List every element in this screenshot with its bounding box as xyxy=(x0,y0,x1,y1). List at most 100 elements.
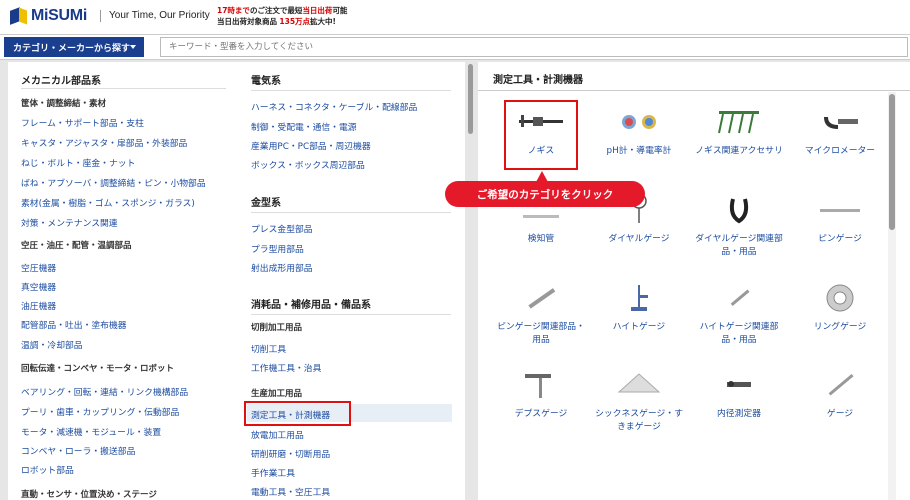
subcategory-tile-ph-meter[interactable]: pH計・導電率計 xyxy=(591,107,687,158)
category-link[interactable]: 放電加工用品 xyxy=(251,428,304,441)
subcategory-label: ダイヤルゲージ関連部品・用品 xyxy=(695,234,783,257)
category-link[interactable]: 制御・受配電・通信・電源 xyxy=(251,120,357,133)
subcategory-divider xyxy=(478,90,910,91)
section-rule xyxy=(251,314,451,315)
subcategory-label: pH計・導電率計 xyxy=(606,146,672,156)
subcategory-tile-caliper-accessory[interactable]: ノギス関連アクセサリ xyxy=(691,107,787,158)
promo-deadline: 17時まで xyxy=(217,6,250,15)
category-link[interactable]: 産業用PC・PC部品・周辺機器 xyxy=(251,139,371,152)
subcategory-label: ピンゲージ xyxy=(818,234,862,244)
promo-same-day: 当日出荷 xyxy=(302,6,333,15)
height-gauge-icon xyxy=(591,283,687,321)
category-link[interactable]: 真空機器 xyxy=(21,280,56,293)
section-rule xyxy=(251,90,451,91)
category-link[interactable]: ハーネス・コネクタ・ケーブル・配線部品 xyxy=(251,100,417,113)
subcategory-label: ノギス関連アクセサリ xyxy=(695,146,783,156)
category-maker-button[interactable]: カテゴリ・メーカーから探す xyxy=(4,37,144,57)
subcategory-label: ハイトゲージ関連部品・用品 xyxy=(699,322,779,345)
subcategory-tile-pin-gauge[interactable]: ピンゲージ xyxy=(792,195,888,246)
promo-expanding: 拡大中! xyxy=(310,17,336,26)
subcategory-label: 内径測定器 xyxy=(717,409,761,419)
instruction-callout: ご希望のカテゴリをクリック xyxy=(445,181,645,207)
group-heading: 筐体・調整締結・素材 xyxy=(21,99,107,109)
subcategory-label: ピンゲージ関連部品・用品 xyxy=(497,322,585,345)
promo-target: 当日出荷対象商品 xyxy=(217,17,277,26)
subcategory-tile-micrometer[interactable]: マイクロメーター xyxy=(792,107,888,158)
thickness-gauge-icon xyxy=(591,370,687,408)
category-link[interactable]: 研削研磨・切断用品 xyxy=(251,447,330,460)
subcategory-tile-depth-gauge[interactable]: デプスゲージ xyxy=(493,370,589,421)
subcategory-tile-dial-gauge-part[interactable]: ダイヤルゲージ関連部品・用品 xyxy=(691,195,787,259)
ph-meter-icon xyxy=(591,107,687,145)
subcategory-label: リングゲージ xyxy=(813,322,867,332)
category-link[interactable]: ねじ・ボルト・座金・ナット xyxy=(21,156,135,169)
promo-count: 135万点 xyxy=(279,17,311,26)
category-link[interactable]: 空圧機器 xyxy=(21,261,56,274)
category-link[interactable]: プラ型用部品 xyxy=(251,242,304,255)
subcategory-tile-pin-gauge-part[interactable]: ピンゲージ関連部品・用品 xyxy=(493,283,589,347)
highlight-box-measuring-tools xyxy=(244,401,351,426)
category-link[interactable]: 切削工具 xyxy=(251,342,286,355)
tagline: Your Time, Our Priority xyxy=(100,10,210,22)
right-scrollbar[interactable] xyxy=(889,94,895,230)
bore-gauge-icon xyxy=(691,370,787,408)
group-heading: 直動・センサ・位置決め・ステージ xyxy=(21,490,157,500)
subcategory-label: デプスゲージ xyxy=(514,409,568,419)
section-rule xyxy=(251,212,451,213)
category-link[interactable]: ベアリング・回転・連結・リンク機構部品 xyxy=(21,385,188,398)
category-link[interactable]: モータ・減速機・モジュール・装置 xyxy=(21,425,161,438)
subcategory-label: シックネスゲージ・すきまゲージ xyxy=(595,409,683,432)
category-link[interactable]: キャスタ・アジャスタ・扉部品・外装部品 xyxy=(21,136,187,149)
category-link[interactable]: 電動工具・空圧工具 xyxy=(251,485,330,498)
site-header: MiSUMi Your Time, Our Priority 17時までのご注文… xyxy=(0,0,910,34)
category-link[interactable]: ボックス・ボックス周辺部品 xyxy=(251,158,365,171)
category-link[interactable]: 配管部品・吐出・塗布機器 xyxy=(21,318,127,331)
subcategory-label: 検知管 xyxy=(527,234,555,244)
category-link[interactable]: コンベヤ・ローラ・搬送部品 xyxy=(21,444,135,457)
logo-mark-icon xyxy=(10,7,28,25)
group-heading: 生産加工用品 xyxy=(251,389,303,399)
group-heading: 空圧・油圧・配管・温調部品 xyxy=(21,241,132,251)
search-input[interactable] xyxy=(160,37,908,57)
section-title-electrical: 電気系 xyxy=(251,76,281,87)
category-link[interactable]: 手作業工具 xyxy=(251,466,295,479)
category-link[interactable]: 素材(金属・樹脂・ゴム・スポンジ・ガラス) xyxy=(21,196,195,209)
category-link[interactable]: ばね・アブソーバ・調整締結・ピン・小物部品 xyxy=(21,176,206,189)
misumi-logo[interactable]: MiSUMi xyxy=(10,7,87,25)
subcategory-label: マイクロメーター xyxy=(804,146,876,156)
category-link[interactable]: ロボット部品 xyxy=(21,463,74,476)
category-link[interactable]: プーリ・歯車・カップリング・伝動部品 xyxy=(21,405,179,418)
section-rule xyxy=(21,88,226,89)
subcategory-label: ゲージ xyxy=(826,409,854,419)
left-scrollbar[interactable] xyxy=(468,64,473,134)
subcategory-tile-thickness-gauge[interactable]: シックネスゲージ・すきまゲージ xyxy=(591,370,687,434)
category-link[interactable]: 射出成形用部品 xyxy=(251,261,313,274)
subcategory-tile-ring-gauge[interactable]: リングゲージ xyxy=(792,283,888,334)
subcategory-tile-bore-gauge[interactable]: 内径測定器 xyxy=(691,370,787,421)
group-heading: 回転伝達・コンベヤ・モータ・ロボット xyxy=(21,364,175,374)
caliper-accessory-icon xyxy=(691,107,787,145)
pin-gauge-icon xyxy=(792,195,888,233)
page: MiSUMi Your Time, Our Priority 17時までのご注文… xyxy=(0,0,910,500)
subcategory-title: 測定工具・計測機器 xyxy=(493,75,583,86)
search-bar: カテゴリ・メーカーから探す xyxy=(0,34,910,60)
promo-text: のご注文で最短 xyxy=(249,6,303,15)
subcategory-label: ダイヤルゲージ xyxy=(608,234,670,244)
category-link[interactable]: プレス金型部品 xyxy=(251,222,313,235)
ring-gauge-icon xyxy=(792,283,888,321)
category-link[interactable]: 油圧機器 xyxy=(21,299,56,312)
pin-gauge-part-icon xyxy=(493,283,589,321)
dial-gauge-part-icon xyxy=(691,195,787,233)
height-gauge-part-icon xyxy=(691,283,787,321)
category-link[interactable]: 温調・冷却部品 xyxy=(21,338,83,351)
section-title-mold: 金型系 xyxy=(251,198,281,209)
category-link[interactable]: 対策・メンテナンス関連 xyxy=(21,216,118,229)
logo-text: MiSUMi xyxy=(31,7,87,24)
category-link[interactable]: 工作機工具・治具 xyxy=(251,361,321,374)
subcategory-label: ハイトゲージ xyxy=(612,322,666,332)
subcategory-tile-height-gauge[interactable]: ハイトゲージ xyxy=(591,283,687,334)
category-link[interactable]: フレーム・サポート部品・支柱 xyxy=(21,116,144,129)
subcategory-tile-height-gauge-part[interactable]: ハイトゲージ関連部品・用品 xyxy=(691,283,787,347)
depth-gauge-icon xyxy=(493,370,589,408)
subcategory-tile-gauge[interactable]: ゲージ xyxy=(792,370,888,421)
